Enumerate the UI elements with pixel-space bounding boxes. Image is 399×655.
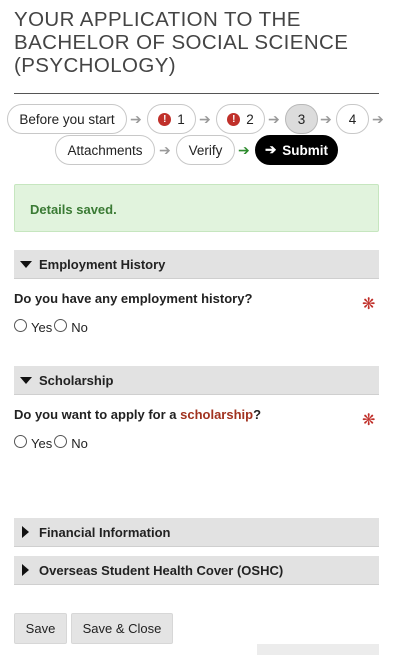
caret-right-icon xyxy=(22,526,29,538)
partial-button[interactable] xyxy=(257,644,379,655)
step-1[interactable]: ! 1 xyxy=(147,104,196,134)
step-2[interactable]: ! 2 xyxy=(216,104,265,134)
section-employment-history[interactable]: Employment History xyxy=(14,250,379,279)
step-label: 1 xyxy=(177,111,185,127)
section-scholarship[interactable]: Scholarship xyxy=(14,366,379,395)
required-icon: ❋ xyxy=(362,412,376,429)
arrow-right-icon: ➔ xyxy=(268,111,280,127)
step-label: Before you start xyxy=(19,111,115,127)
scholarship-link[interactable]: scholarship xyxy=(180,407,253,422)
employment-no-radio[interactable] xyxy=(54,319,68,332)
page-title: YOUR APPLICATION TO THE BACHELOR OF SOCI… xyxy=(14,8,349,77)
step-4[interactable]: 4 xyxy=(336,104,369,134)
arrow-right-icon: ➔ xyxy=(130,111,142,127)
step-3-current[interactable]: 3 xyxy=(285,104,318,134)
scholarship-radio-group: Yes No xyxy=(14,434,90,451)
step-verify[interactable]: Verify xyxy=(176,135,235,165)
step-label: 3 xyxy=(297,111,306,127)
section-oshc[interactable]: Overseas Student Health Cover (OSHC) xyxy=(14,556,379,585)
arrow-right-green-icon: ➔ xyxy=(238,142,250,158)
arrow-right-icon: ➔ xyxy=(320,111,332,127)
radio-label-yes: Yes xyxy=(31,320,53,335)
section-title: Financial Information xyxy=(39,524,171,540)
step-label: Attachments xyxy=(67,142,143,158)
employment-radio-group: Yes No xyxy=(14,318,90,335)
arrow-right-icon: ➔ xyxy=(199,111,211,127)
radio-label-no: No xyxy=(71,320,88,335)
scholarship-yes-radio[interactable] xyxy=(14,435,27,448)
error-icon: ! xyxy=(158,112,172,126)
step-label: Verify xyxy=(188,142,223,158)
arrow-right-white-icon: ➔ xyxy=(264,142,277,157)
section-title: Employment History xyxy=(39,256,166,272)
arrow-right-icon: ➔ xyxy=(159,142,171,158)
employment-question: Do you have any employment history? xyxy=(14,291,253,306)
submit-step-button[interactable]: ➔ Submit xyxy=(255,135,338,165)
question-text-end: ? xyxy=(253,407,262,422)
question-text: Do you want to apply for a xyxy=(14,407,181,422)
title-divider xyxy=(14,93,379,94)
error-icon: ! xyxy=(227,112,241,126)
step-label: Submit xyxy=(282,142,329,158)
employment-yes-radio[interactable] xyxy=(14,319,27,332)
success-alert: Details saved. xyxy=(14,184,379,232)
section-title: Overseas Student Health Cover (OSHC) xyxy=(39,562,284,578)
caret-down-icon xyxy=(20,376,32,384)
scholarship-question: Do you want to apply for a scholarship? xyxy=(14,407,261,422)
save-button[interactable]: Save xyxy=(14,613,67,644)
radio-label-yes: Yes xyxy=(31,436,53,451)
caret-right-icon xyxy=(22,564,29,576)
scholarship-no-radio[interactable] xyxy=(54,435,68,448)
arrow-right-icon: ➔ xyxy=(372,111,384,127)
step-label: 4 xyxy=(348,111,357,127)
radio-label-no: No xyxy=(71,436,88,451)
save-and-close-button[interactable]: Save & Close xyxy=(71,613,173,644)
caret-down-icon xyxy=(20,260,32,268)
step-label: 2 xyxy=(246,111,254,127)
step-attachments[interactable]: Attachments xyxy=(55,135,155,165)
required-icon: ❋ xyxy=(362,296,376,313)
section-title: Scholarship xyxy=(39,372,114,388)
section-financial-information[interactable]: Financial Information xyxy=(14,518,379,547)
step-before-you-start[interactable]: Before you start xyxy=(7,104,127,134)
